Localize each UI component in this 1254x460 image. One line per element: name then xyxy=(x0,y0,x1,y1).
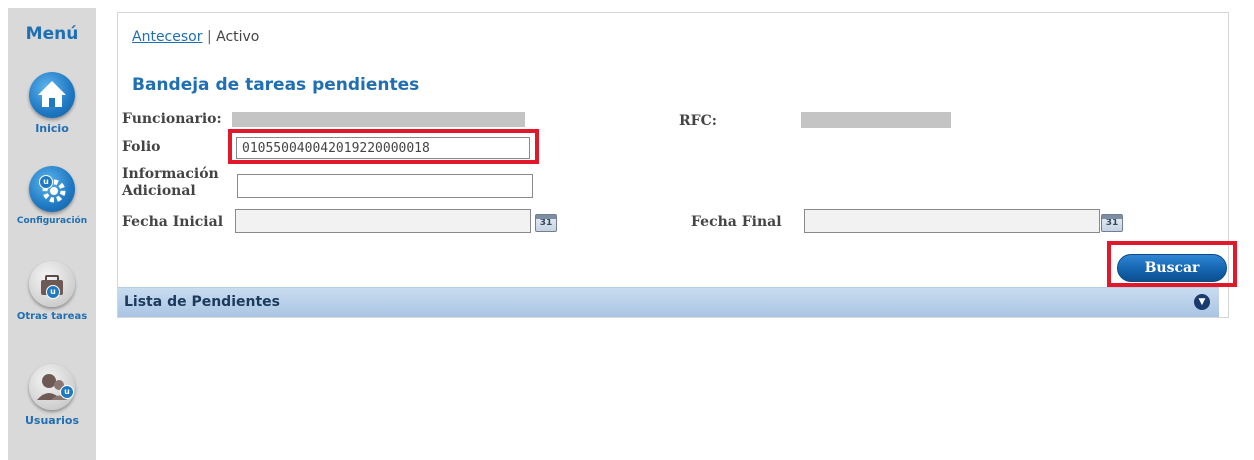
folio-input[interactable] xyxy=(236,137,530,159)
calendar-icon[interactable]: 31 xyxy=(535,214,557,232)
sidebar-item-configuracion[interactable]: u Configuración xyxy=(8,166,96,226)
buscar-button[interactable]: Buscar xyxy=(1117,254,1227,282)
sidebar-item-usuarios[interactable]: u Usuarios xyxy=(8,364,96,427)
info-adicional-input[interactable] xyxy=(237,174,533,198)
funcionario-label: Funcionario: xyxy=(122,111,222,127)
sidebar-item-otras-tareas[interactable]: u Otras tareas xyxy=(8,261,96,322)
fecha-inicial-label: Fecha Inicial xyxy=(122,214,224,230)
menu-title: Menú xyxy=(25,24,79,44)
breadcrumb-separator: | xyxy=(206,29,212,45)
rfc-value-redacted xyxy=(801,112,951,128)
sidebar-item-label: Usuarios xyxy=(24,414,80,427)
sidebar-item-label: Inicio xyxy=(35,122,69,135)
chevron-down-icon[interactable]: ▼ xyxy=(1194,294,1210,310)
calendar-icon[interactable]: 31 xyxy=(1101,214,1123,232)
users-icon: u xyxy=(29,364,75,410)
user-badge-icon: u xyxy=(60,385,74,399)
user-badge-icon: u xyxy=(39,175,53,189)
breadcrumb: Antecesor | Activo xyxy=(132,29,259,45)
rfc-label: RFC: xyxy=(679,113,717,129)
folio-label: Folio xyxy=(122,139,161,155)
lista-pendientes-title: Lista de Pendientes xyxy=(124,294,280,310)
funcionario-value-redacted xyxy=(232,112,525,127)
sidebar-item-label: Otras tareas xyxy=(16,311,88,322)
sidebar-item-inicio[interactable]: Inicio xyxy=(8,72,96,135)
sidebar-menu: Menú Inicio u Configuración u Otras tare… xyxy=(8,8,96,460)
briefcase-icon: u xyxy=(29,261,75,307)
gear-icon: u xyxy=(29,166,75,212)
breadcrumb-current: Activo xyxy=(216,29,260,45)
lista-pendientes-header[interactable]: Lista de Pendientes ▼ xyxy=(118,287,1219,317)
breadcrumb-link-antecesor[interactable]: Antecesor xyxy=(132,29,202,45)
page-title: Bandeja de tareas pendientes xyxy=(132,75,420,95)
main-panel: Antecesor | Activo Bandeja de tareas pen… xyxy=(117,12,1237,318)
home-icon xyxy=(29,72,75,118)
info-adicional-label: Información Adicional xyxy=(122,166,219,200)
fecha-final-label: Fecha Final xyxy=(691,214,782,230)
user-badge-icon: u xyxy=(46,285,60,299)
info-adicional-label-line2: Adicional xyxy=(122,183,196,199)
fecha-inicial-input[interactable] xyxy=(235,209,531,233)
sidebar-item-label: Configuración xyxy=(16,216,88,226)
info-adicional-label-line1: Información xyxy=(122,166,219,182)
fecha-final-input[interactable] xyxy=(804,209,1100,233)
